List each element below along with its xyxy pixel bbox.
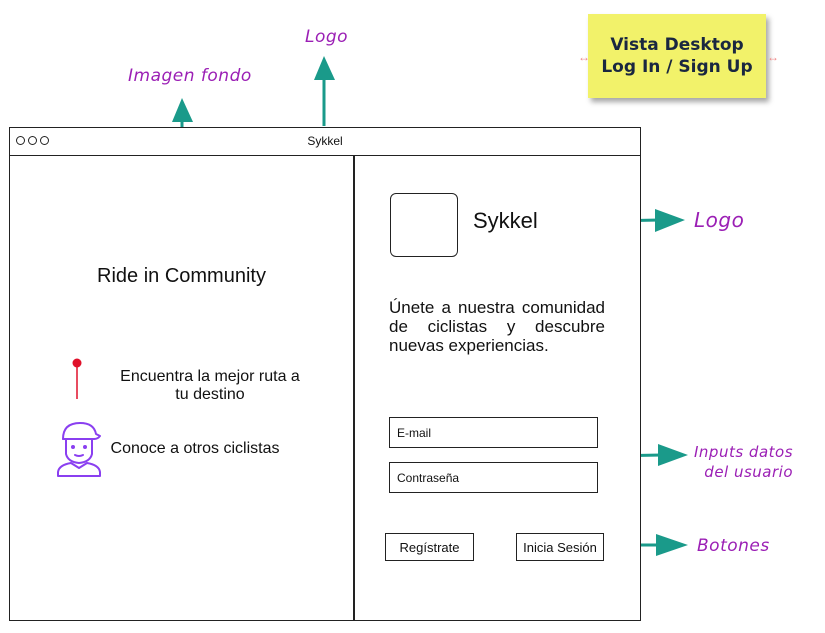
annotation-background-image: Imagen fondo	[128, 66, 252, 86]
annotation-logo-right: Logo	[694, 208, 745, 232]
window-title: Sykkel	[307, 134, 343, 148]
annotation-logo-top: Logo	[305, 27, 349, 47]
feature-route-line2: tu destino	[175, 386, 245, 403]
login-button[interactable]: Inicia Sesión	[516, 533, 604, 561]
sticky-right-handle-icon: ↔	[767, 50, 779, 64]
feature-community: Conoce a otros ciclistas	[110, 440, 280, 457]
feature-route-line1: Encuentra la mejor ruta a	[120, 368, 300, 385]
register-button[interactable]: Regístrate	[385, 533, 474, 561]
sticky-note-line2: Log In / Sign Up	[601, 57, 753, 77]
sticky-left-handle-icon: ↔	[578, 50, 590, 64]
window-titlebar: Sykkel	[10, 128, 640, 156]
left-panel-title: Ride in Community	[97, 265, 266, 287]
sticky-note-line1: Vista Desktop	[610, 35, 744, 55]
intro-text: Únete a nuestra comunidad de ciclistas y…	[389, 298, 605, 355]
email-field[interactable]	[389, 417, 598, 448]
password-field[interactable]	[389, 462, 598, 493]
annotation-buttons: Botones	[697, 536, 770, 556]
annotation-inputs-line1: Inputs datos	[694, 443, 794, 461]
panel-divider	[353, 156, 355, 620]
logo-placeholder	[390, 193, 458, 257]
annotation-inputs-line2: del usuario	[704, 463, 794, 481]
cyclist-avatar-icon	[57, 422, 101, 477]
feature-route: Encuentra la mejor ruta a tu destino	[104, 368, 316, 404]
map-pin-icon	[72, 358, 82, 399]
annotation-inputs: Inputs datos del usuario	[694, 442, 793, 482]
sticky-note: Vista Desktop Log In / Sign Up	[588, 14, 766, 98]
app-name: Sykkel	[473, 208, 538, 233]
browser-window: Sykkel Ride in Community Encuentra la me…	[9, 127, 641, 621]
